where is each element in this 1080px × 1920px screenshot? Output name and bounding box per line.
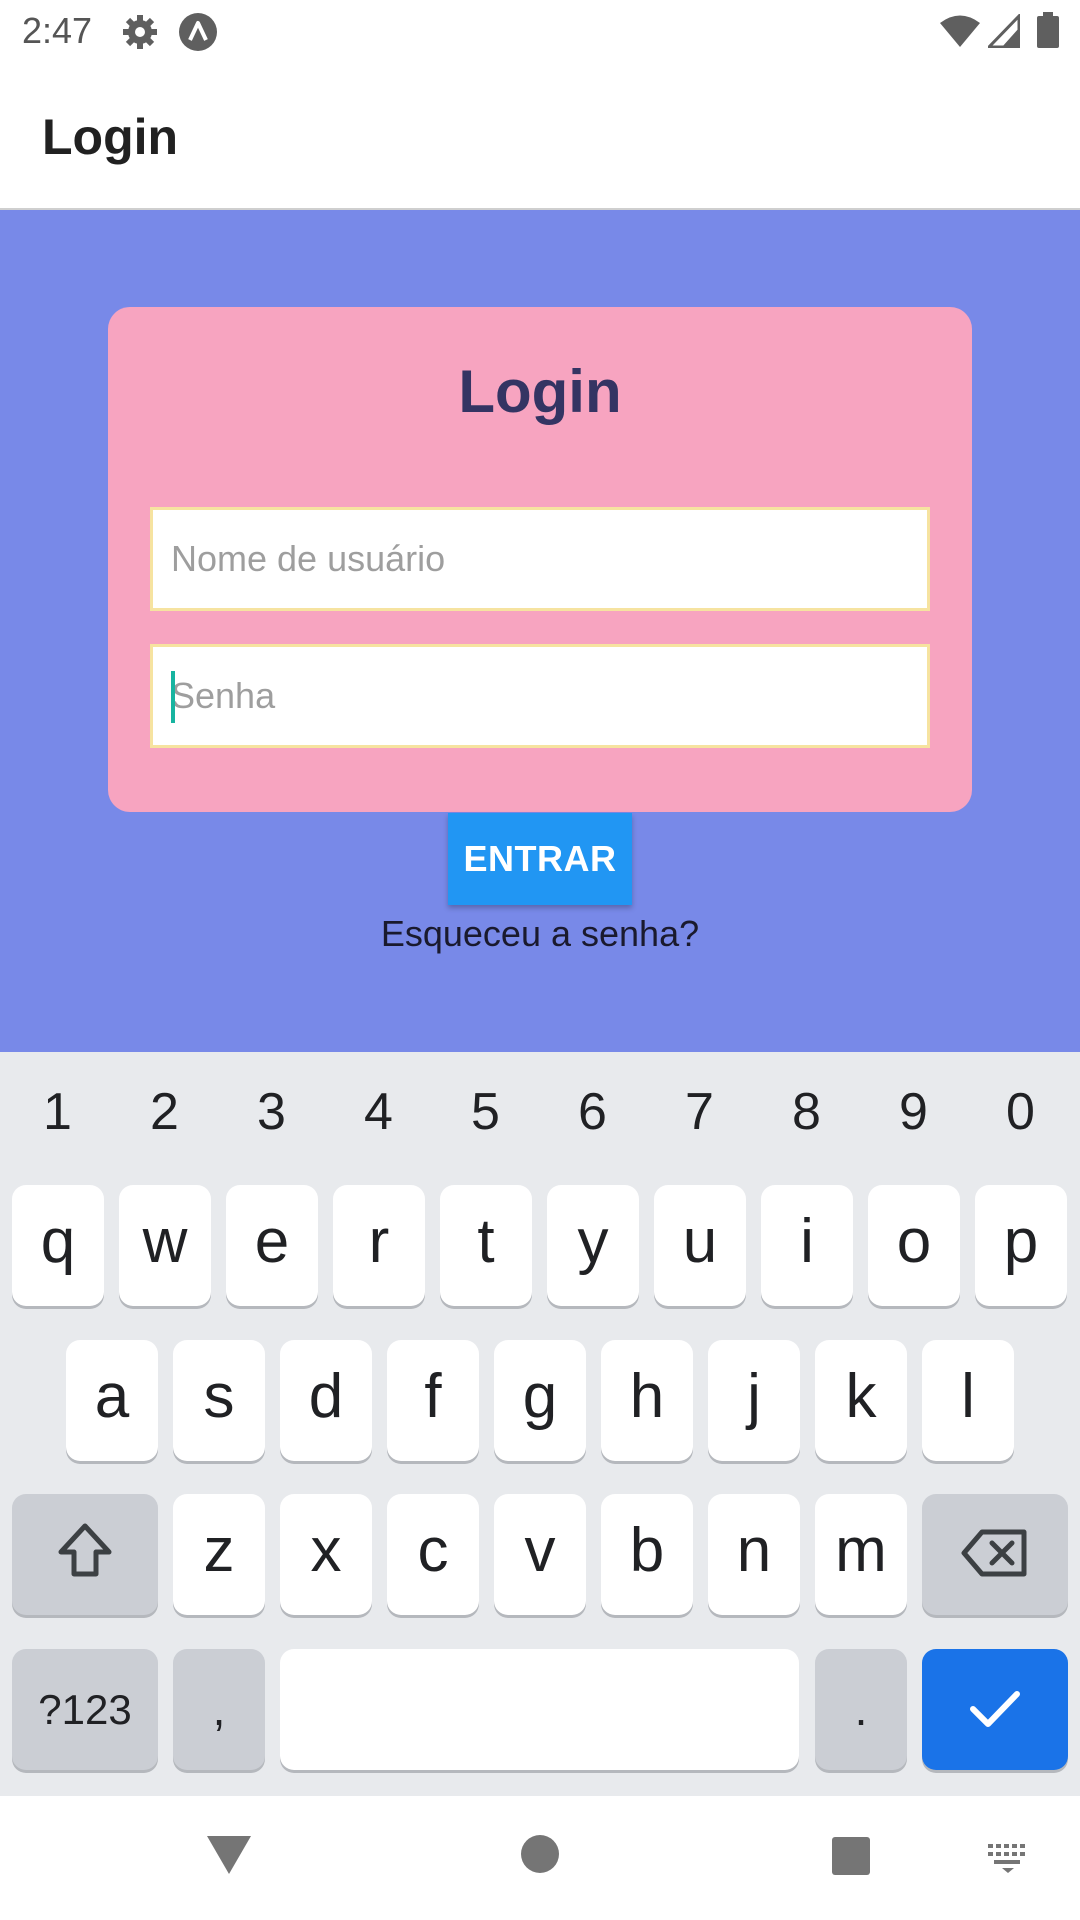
- main-content: Login ENTRAR Esqueceu a senha?: [0, 210, 1080, 1052]
- key-f[interactable]: f: [387, 1340, 479, 1461]
- key-e[interactable]: e: [226, 1185, 318, 1306]
- key-3[interactable]: 3: [218, 1052, 325, 1172]
- key-m[interactable]: m: [815, 1494, 907, 1615]
- key-z[interactable]: z: [173, 1494, 265, 1615]
- checkmark-icon: [922, 1687, 1068, 1731]
- key-1[interactable]: 1: [4, 1052, 111, 1172]
- comma-key[interactable]: ,: [173, 1649, 265, 1770]
- status-time: 2:47: [22, 10, 93, 51]
- wifi-icon: [940, 14, 980, 48]
- key-o[interactable]: o: [868, 1185, 960, 1306]
- key-8[interactable]: 8: [753, 1052, 860, 1172]
- text-cursor: [171, 671, 175, 723]
- key-r[interactable]: r: [333, 1185, 425, 1306]
- username-input[interactable]: [153, 510, 927, 608]
- password-field[interactable]: [150, 644, 930, 748]
- key-u[interactable]: u: [654, 1185, 746, 1306]
- key-9[interactable]: 9: [860, 1052, 967, 1172]
- card-title: Login: [458, 358, 622, 425]
- key-b[interactable]: b: [601, 1494, 693, 1615]
- key-g[interactable]: g: [494, 1340, 586, 1461]
- key-4[interactable]: 4: [325, 1052, 432, 1172]
- key-5[interactable]: 5: [432, 1052, 539, 1172]
- number-row: 1 2 3 4 5 6 7 8 9 0: [0, 1052, 1080, 1172]
- key-a[interactable]: a: [66, 1340, 158, 1461]
- key-j[interactable]: j: [708, 1340, 800, 1461]
- app-bar: Login: [0, 64, 1080, 210]
- backspace-icon: [922, 1528, 1068, 1578]
- key-s[interactable]: s: [173, 1340, 265, 1461]
- shift-icon: [12, 1520, 158, 1580]
- entrar-button[interactable]: ENTRAR: [448, 813, 632, 905]
- key-q[interactable]: q: [12, 1185, 104, 1306]
- status-bar: 2:47: [0, 0, 1080, 64]
- password-input[interactable]: [153, 647, 927, 745]
- shift-key[interactable]: [12, 1494, 158, 1615]
- key-i[interactable]: i: [761, 1185, 853, 1306]
- space-key[interactable]: [280, 1649, 799, 1770]
- soft-keyboard: 1 2 3 4 5 6 7 8 9 0 q w e r t y u i o p …: [0, 1052, 1080, 1796]
- key-c[interactable]: c: [387, 1494, 479, 1615]
- key-6[interactable]: 6: [539, 1052, 646, 1172]
- period-key[interactable]: .: [815, 1649, 907, 1770]
- key-d[interactable]: d: [280, 1340, 372, 1461]
- key-k[interactable]: k: [815, 1340, 907, 1461]
- navigation-bar: [0, 1796, 1080, 1920]
- key-0[interactable]: 0: [967, 1052, 1074, 1172]
- key-2[interactable]: 2: [111, 1052, 218, 1172]
- keyboard-switch-icon[interactable]: [986, 1842, 1030, 1874]
- app-bar-title: Login: [42, 109, 179, 165]
- recents-icon[interactable]: [831, 1836, 871, 1876]
- key-l[interactable]: l: [922, 1340, 1014, 1461]
- back-icon[interactable]: [205, 1834, 253, 1876]
- backspace-key[interactable]: [922, 1494, 1068, 1615]
- key-n[interactable]: n: [708, 1494, 800, 1615]
- key-h[interactable]: h: [601, 1340, 693, 1461]
- key-p[interactable]: p: [975, 1185, 1067, 1306]
- username-field[interactable]: [150, 507, 930, 611]
- key-t[interactable]: t: [440, 1185, 532, 1306]
- key-y[interactable]: y: [547, 1185, 639, 1306]
- key-v[interactable]: v: [494, 1494, 586, 1615]
- signal-icon: [985, 12, 1021, 49]
- login-card: Login: [108, 307, 972, 812]
- forgot-password-link[interactable]: Esqueceu a senha?: [0, 913, 1080, 955]
- settings-icon: [120, 12, 160, 52]
- key-7[interactable]: 7: [646, 1052, 753, 1172]
- key-x[interactable]: x: [280, 1494, 372, 1615]
- key-w[interactable]: w: [119, 1185, 211, 1306]
- symbols-key[interactable]: ?123: [12, 1649, 158, 1770]
- home-icon[interactable]: [520, 1834, 560, 1874]
- done-key[interactable]: [922, 1649, 1068, 1770]
- battery-icon: [1037, 12, 1059, 48]
- accessibility-icon: [178, 12, 218, 52]
